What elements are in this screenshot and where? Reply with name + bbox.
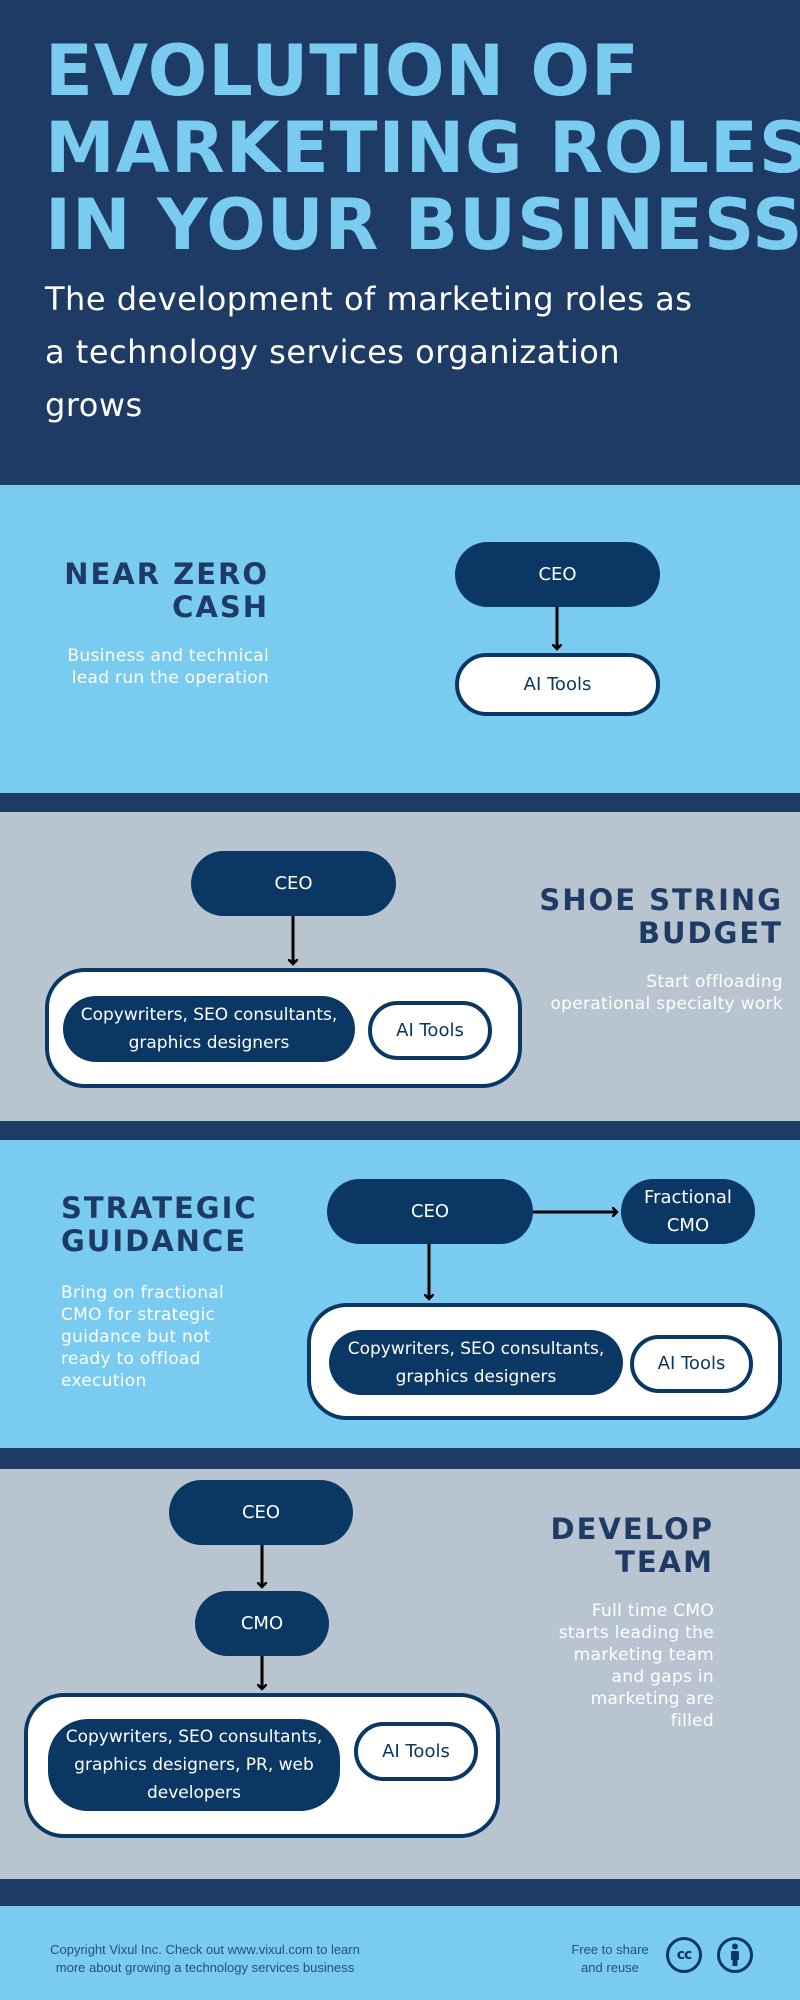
stage-description: Start offloading operational specialty w… bbox=[500, 971, 783, 1015]
description-line: marketing are bbox=[590, 1689, 714, 1709]
fractional-cmo-node: Fractional CMO bbox=[621, 1179, 755, 1244]
description-line: Start offloading bbox=[646, 972, 783, 992]
heading-line: NEAR ZERO bbox=[64, 557, 269, 591]
ai-tools-node: AI Tools bbox=[630, 1335, 753, 1393]
node-label: graphics designers bbox=[395, 1366, 557, 1387]
description-line: lead run the operation bbox=[71, 668, 269, 688]
ceo-node: CEO bbox=[327, 1179, 533, 1244]
divider bbox=[0, 793, 800, 812]
attribution-icon bbox=[717, 1937, 753, 1973]
description-line: marketing team bbox=[573, 1645, 714, 1665]
heading-line: CASH bbox=[172, 590, 269, 624]
heading-line: DEVELOP bbox=[550, 1512, 714, 1546]
heading-line: TEAM bbox=[615, 1545, 714, 1579]
stage-1-background bbox=[0, 485, 800, 793]
subtitle-line: a technology services organization bbox=[45, 333, 621, 371]
node-label: AI Tools bbox=[382, 1740, 450, 1762]
stage-heading: DEVELOP TEAM bbox=[480, 1513, 714, 1579]
node-label: Copywriters, SEO consultants, bbox=[80, 1005, 338, 1025]
node-label: Fractional bbox=[644, 1186, 732, 1208]
node-label: graphics designers, PR, web bbox=[74, 1755, 314, 1775]
specialists-node: Copywriters, SEO consultants, graphics d… bbox=[48, 1719, 340, 1811]
heading-line: GUIDANCE bbox=[61, 1224, 248, 1258]
description-line: ready to offload bbox=[61, 1349, 201, 1369]
node-label: CMO bbox=[240, 1612, 284, 1634]
title-line: IN YOUR BUSINESS bbox=[45, 184, 800, 266]
divider bbox=[0, 1121, 800, 1140]
heading-line: STRATEGIC bbox=[61, 1191, 258, 1225]
title-line: EVOLUTION OF bbox=[45, 30, 640, 112]
cc-glyph: cc bbox=[676, 1947, 693, 1963]
node-label: AI Tools bbox=[523, 673, 592, 695]
ai-tools-node: AI Tools bbox=[354, 1722, 478, 1781]
description-line: operational specialty work bbox=[550, 994, 783, 1014]
ceo-node: CEO bbox=[169, 1480, 353, 1545]
cmo-node: CMO bbox=[195, 1591, 329, 1656]
description-line: Full time CMO bbox=[591, 1601, 714, 1621]
stage-heading: STRATEGIC GUIDANCE bbox=[61, 1192, 301, 1258]
stage-heading: SHOE STRING BUDGET bbox=[500, 884, 783, 950]
node-label: graphics designers bbox=[128, 1033, 290, 1053]
license-line: Free to share bbox=[571, 1942, 649, 1957]
node-label: AI Tools bbox=[657, 1353, 726, 1374]
node-label: CEO bbox=[538, 563, 577, 585]
description-line: guidance but not bbox=[61, 1327, 211, 1347]
copyright-line: more about growing a technology services… bbox=[55, 1960, 355, 1975]
description-line: Business and technical bbox=[67, 646, 269, 666]
node-label: CEO bbox=[274, 872, 313, 894]
ai-tools-node: AI Tools bbox=[455, 653, 660, 716]
specialists-node: Copywriters, SEO consultants, graphics d… bbox=[329, 1330, 623, 1395]
heading-line: SHOE STRING bbox=[539, 883, 783, 917]
node-label: developers bbox=[147, 1783, 241, 1803]
description-line: filled bbox=[670, 1711, 714, 1731]
description-line: and gaps in bbox=[611, 1667, 714, 1687]
node-label: CEO bbox=[241, 1501, 281, 1523]
ceo-node: CEO bbox=[191, 851, 396, 916]
page-title: EVOLUTION OF MARKETING ROLES IN YOUR BUS… bbox=[45, 30, 800, 266]
description-line: execution bbox=[61, 1371, 147, 1391]
ai-tools-node: AI Tools bbox=[368, 1001, 492, 1060]
license-line: and reuse bbox=[581, 1960, 639, 1975]
stage-description: Bring on fractional CMO for strategic gu… bbox=[61, 1282, 261, 1392]
person-glyph bbox=[731, 1943, 739, 1966]
specialists-node: Copywriters, SEO consultants, graphics d… bbox=[63, 996, 355, 1062]
node-label: Copywriters, SEO consultants, bbox=[65, 1727, 323, 1747]
title-line: MARKETING ROLES bbox=[45, 107, 800, 189]
copyright-line: Copyright Vixul Inc. Check out www.vixul… bbox=[50, 1942, 360, 1957]
description-line: CMO for strategic bbox=[61, 1305, 216, 1325]
stage-description: Full time CMO starts leading the marketi… bbox=[480, 1600, 714, 1732]
description-line: Bring on fractional bbox=[61, 1283, 225, 1303]
heading-line: BUDGET bbox=[637, 916, 783, 950]
creative-commons-icon: cc bbox=[666, 1937, 702, 1973]
node-label: Copywriters, SEO consultants, bbox=[347, 1338, 605, 1359]
page-subtitle: The development of marketing roles as a … bbox=[45, 273, 745, 432]
subtitle-line: grows bbox=[45, 386, 143, 424]
copyright-text: Copyright Vixul Inc. Check out www.vixul… bbox=[40, 1941, 370, 1977]
description-line: starts leading the bbox=[558, 1623, 714, 1643]
node-label: AI Tools bbox=[396, 1019, 464, 1041]
stage-heading: NEAR ZERO CASH bbox=[20, 558, 269, 624]
divider bbox=[0, 1448, 800, 1469]
stage-description: Business and technical lead run the oper… bbox=[20, 645, 269, 689]
node-label: CEO bbox=[410, 1200, 450, 1222]
ceo-node: CEO bbox=[455, 542, 660, 607]
node-label: CMO bbox=[666, 1214, 710, 1236]
subtitle-line: The development of marketing roles as bbox=[45, 280, 693, 318]
divider bbox=[0, 1879, 800, 1906]
license-text: Free to share and reuse bbox=[560, 1941, 660, 1977]
